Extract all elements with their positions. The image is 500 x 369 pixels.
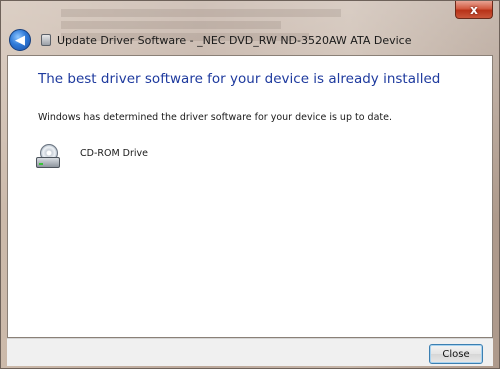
back-arrow-icon: ◀ [15, 32, 25, 48]
device-entry: CD-ROM Drive [36, 144, 148, 170]
cd-rom-drive-icon [36, 144, 60, 170]
content-panel: The best driver software for your device… [7, 55, 493, 338]
button-bar: Close [7, 338, 493, 366]
device-icon [41, 34, 51, 46]
dialog-window: x ◀ Update Driver Software - _NEC DVD_RW… [0, 0, 500, 369]
back-button[interactable]: ◀ [9, 29, 31, 51]
close-icon: x [470, 2, 478, 17]
window-close-button[interactable]: x [455, 1, 493, 19]
close-button[interactable]: Close [429, 344, 483, 364]
window-title: Update Driver Software - _NEC DVD_RW ND-… [57, 33, 412, 47]
page-title: The best driver software for your device… [38, 71, 441, 87]
title-bar: ◀ Update Driver Software - _NEC DVD_RW N… [7, 27, 493, 53]
status-message: Windows has determined the driver softwa… [38, 112, 392, 123]
device-label: CD-ROM Drive [80, 147, 148, 159]
